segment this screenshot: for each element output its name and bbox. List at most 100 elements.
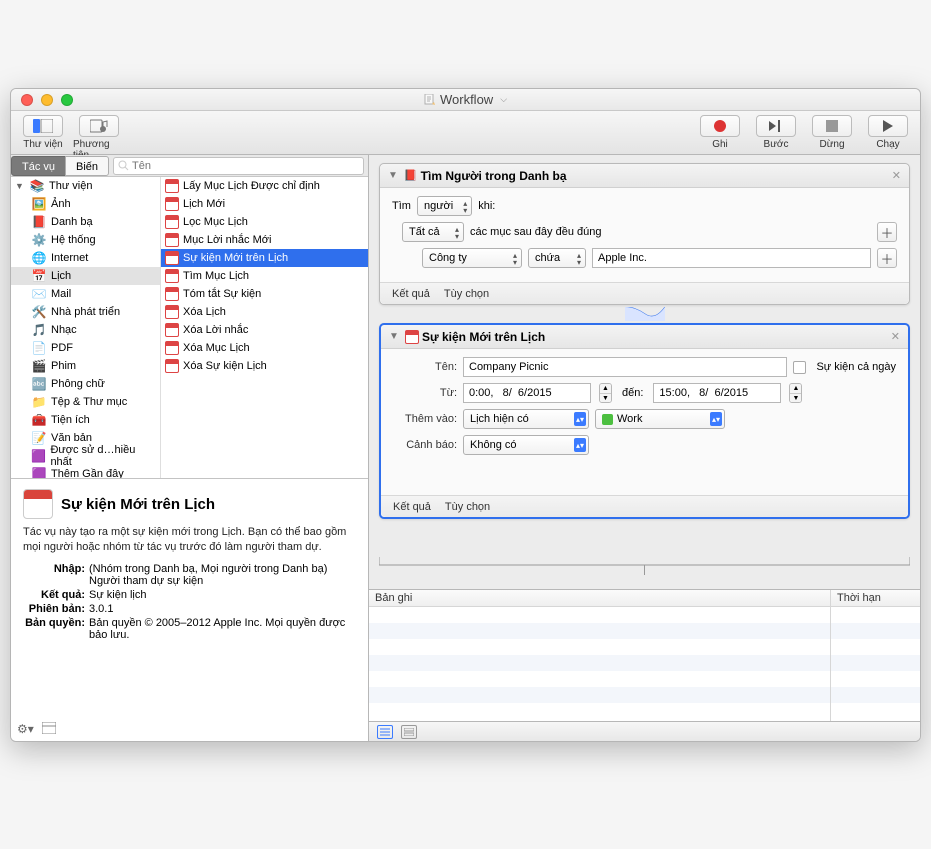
category-label: Hệ thống [51, 234, 96, 246]
allday-label: Sự kiện cả ngày [816, 361, 896, 373]
library-category-item[interactable]: 📕Danh bạ [11, 213, 160, 231]
log-view-button[interactable] [377, 725, 393, 739]
remove-action-button[interactable]: ✕ [891, 330, 900, 343]
step-button[interactable]: Bước [750, 115, 802, 150]
category-label: Phim [51, 360, 76, 372]
action-find-people[interactable]: ▼ 📕 Tìm Người trong Danh bạ ✕ Tìm người▴… [379, 163, 910, 305]
action-new-calendar-event[interactable]: ▼ Sự kiện Mới trên Lịch ✕ Tên: Sự kiện c… [379, 323, 910, 519]
action-label: Lọc Mục Lịch [183, 216, 248, 228]
field-select[interactable]: Công ty▴▾ [422, 248, 522, 268]
alert-select[interactable]: Không có▴▾ [463, 435, 589, 455]
category-icon: 📄 [31, 340, 47, 356]
calendar-icon [165, 287, 179, 301]
category-label: Được sử d…hiều nhất [50, 444, 156, 468]
operator-select[interactable]: chứa▴▾ [528, 248, 586, 268]
info-result-label: Kết quả: [23, 589, 85, 601]
info-result-value: Sự kiện lịch [89, 589, 356, 601]
find-label: Tìm [392, 200, 411, 212]
library-category-item[interactable]: 📅Lịch [11, 267, 160, 285]
action-label: Lấy Mục Lịch Được chỉ định [183, 180, 320, 192]
addto-mode-select[interactable]: Lịch hiện có▴▾ [463, 409, 589, 429]
disclosure-triangle-icon[interactable]: ▼ [388, 170, 398, 181]
record-button[interactable]: Ghi [694, 115, 746, 150]
from-label: Từ: [393, 387, 457, 399]
info-input-value: (Nhóm trong Danh bạ, Mọi người trong Dan… [89, 563, 356, 587]
calendar-select[interactable]: Work▴▾ [595, 409, 725, 429]
library-category-item[interactable]: 📁Tệp & Thư mục [11, 393, 160, 411]
library-category-item[interactable]: 🌐Internet [11, 249, 160, 267]
duration-column-header[interactable]: Thời hạn [831, 590, 920, 607]
stop-button[interactable]: Dừng [806, 115, 858, 150]
add-rule-button[interactable]: ＋ [877, 222, 897, 242]
library-action-item[interactable]: Xóa Sự kiện Lịch [161, 357, 368, 375]
calendar-icon [165, 179, 179, 193]
library-category-item[interactable]: 🧰Tiện ích [11, 411, 160, 429]
category-icon: 📕 [31, 214, 47, 230]
library-action-item[interactable]: Lịch Mới [161, 195, 368, 213]
category-icon: 🟪 [31, 466, 47, 478]
run-button[interactable]: Chạy [862, 115, 914, 150]
action-label: Xóa Mục Lịch [183, 342, 250, 354]
library-action-item[interactable]: Tóm tắt Sự kiện [161, 285, 368, 303]
library-action-item[interactable]: Xóa Lịch [161, 303, 368, 321]
search-field[interactable] [113, 157, 364, 175]
results-tab[interactable]: Kết quả [392, 288, 430, 300]
workflow-canvas[interactable]: ▼ 📕 Tìm Người trong Danh bạ ✕ Tìm người▴… [369, 155, 920, 589]
segment-actions[interactable]: Tác vụ [11, 156, 66, 176]
library-category-item[interactable]: 📄PDF [11, 339, 160, 357]
library-action-item[interactable]: Lọc Mục Lịch [161, 213, 368, 231]
library-action-item[interactable]: Xóa Mục Lịch [161, 339, 368, 357]
category-label: Thêm Gần đây [51, 468, 124, 478]
info-copyright-value: Bản quyền © 2005–2012 Apple Inc. Mọi quy… [89, 617, 356, 641]
gear-menu-button[interactable]: ⚙︎▾ [17, 722, 34, 737]
segment-variables[interactable]: Biến [65, 156, 109, 176]
library-action-item[interactable]: Mục Lời nhắc Mới [161, 231, 368, 249]
document-icon [424, 94, 436, 106]
add-criterion-button[interactable]: ＋ [877, 248, 897, 268]
step-icon [768, 120, 784, 132]
log-column-header[interactable]: Bản ghi [369, 590, 830, 607]
options-tab[interactable]: Tùy chọn [445, 501, 490, 513]
library-category-item[interactable]: 🟪Được sử d…hiều nhất [11, 447, 160, 465]
action-title: Tìm Người trong Danh bạ [421, 169, 567, 183]
options-tab[interactable]: Tùy chọn [444, 288, 489, 300]
event-name-input[interactable] [463, 357, 787, 377]
from-datetime-input[interactable] [463, 383, 591, 403]
category-icon: 📁 [31, 394, 47, 410]
title-dropdown-icon[interactable]: ⌵ [500, 94, 507, 105]
toggle-info-button[interactable] [42, 722, 56, 737]
library-action-item[interactable]: Sự kiện Mới trên Lịch [161, 249, 368, 267]
library-category-item[interactable]: 🎬Phim [11, 357, 160, 375]
find-type-select[interactable]: người▴▾ [417, 196, 472, 216]
library-category-item[interactable]: ✉️Mail [11, 285, 160, 303]
library-category-item[interactable]: 🛠️Nhà phát triển [11, 303, 160, 321]
action-label: Sự kiện Mới trên Lịch [183, 252, 288, 264]
library-root[interactable]: ▼📚Thư viện [11, 177, 160, 195]
allday-checkbox[interactable] [793, 361, 806, 374]
search-input[interactable] [132, 160, 359, 172]
results-tab[interactable]: Kết quả [393, 501, 431, 513]
library-action-list[interactable]: Lấy Mục Lịch Được chỉ định Lịch Mới Lọc Mụ… [161, 177, 368, 478]
stop-label: Dừng [819, 139, 844, 150]
library-category-item[interactable]: 🎵Nhạc [11, 321, 160, 339]
action-connector [379, 307, 910, 321]
to-datetime-input[interactable] [653, 383, 781, 403]
library-category-item[interactable]: ⚙️Hệ thống [11, 231, 160, 249]
library-category-item[interactable]: 🖼️Ảnh [11, 195, 160, 213]
alert-label: Cảnh báo: [393, 439, 457, 451]
library-category-list[interactable]: ▼📚Thư viện 🖼️Ảnh📕Danh bạ⚙️Hệ thống🌐Inter… [11, 177, 161, 478]
media-icon [90, 119, 108, 133]
variables-view-button[interactable] [401, 725, 417, 739]
action-label: Xóa Lời nhắc [183, 324, 248, 336]
library-action-item[interactable]: Lấy Mục Lịch Được chỉ định [161, 177, 368, 195]
match-scope-select[interactable]: Tất cả▴▾ [402, 222, 464, 242]
to-stepper[interactable]: ▲▼ [789, 383, 802, 403]
from-stepper[interactable]: ▲▼ [599, 383, 612, 403]
remove-action-button[interactable]: ✕ [892, 169, 901, 182]
criteria-value-input[interactable] [592, 248, 871, 268]
library-action-item[interactable]: Tìm Mục Lịch [161, 267, 368, 285]
library-category-item[interactable]: 🔤Phông chữ [11, 375, 160, 393]
calendar-icon [23, 489, 53, 519]
disclosure-triangle-icon[interactable]: ▼ [389, 331, 399, 342]
library-action-item[interactable]: Xóa Lời nhắc [161, 321, 368, 339]
